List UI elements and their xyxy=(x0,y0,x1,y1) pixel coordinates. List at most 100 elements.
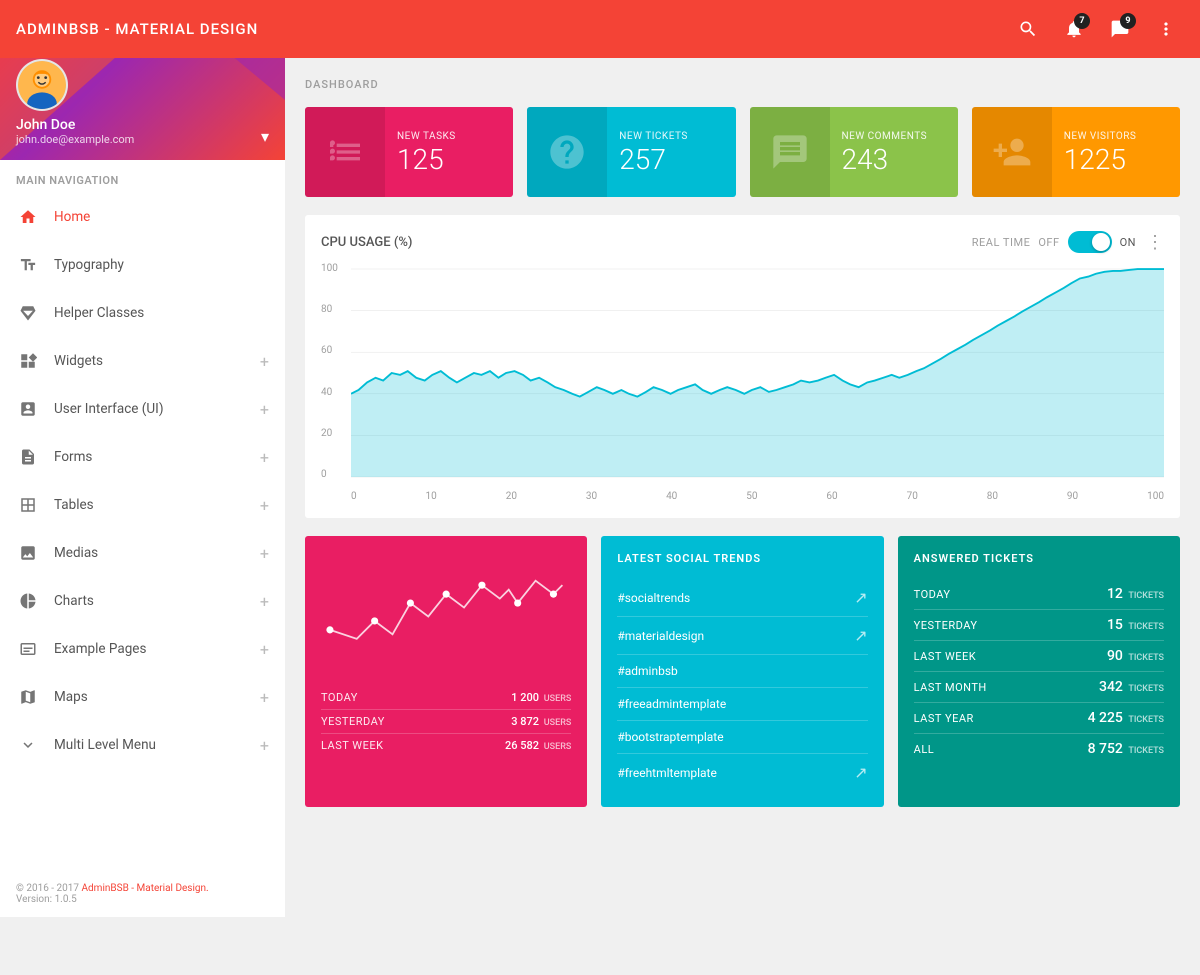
social-item-5: #bootstraptemplate xyxy=(617,721,867,754)
social-item-1: #socialtrends ↗ xyxy=(617,579,867,617)
ticket-lastweek-label: LAST WEEK xyxy=(914,650,976,663)
x-label-40: 40 xyxy=(666,491,677,502)
sidebar-item-typography[interactable]: Typography xyxy=(0,241,285,289)
sidebar-item-helper-classes[interactable]: Helper Classes xyxy=(0,289,285,337)
comments-stat-info: NEW COMMENTS 243 xyxy=(830,121,958,184)
x-label-20: 20 xyxy=(506,491,517,502)
tables-expand-icon[interactable]: + xyxy=(260,496,269,515)
stat-card-visitors[interactable]: NEW VISITORS 1225 xyxy=(972,107,1180,197)
sidebar-item-maps[interactable]: Maps + xyxy=(0,673,285,721)
sidebar-item-home[interactable]: Home xyxy=(0,193,285,241)
ticket-today-label: TODAY xyxy=(914,588,951,601)
cpu-chart-svg xyxy=(351,263,1164,483)
notifications-button[interactable]: 7 xyxy=(1056,11,1092,47)
sidebar-item-ui-label: User Interface (UI) xyxy=(54,401,260,417)
multilevel-expand-icon[interactable]: + xyxy=(260,736,269,755)
tasks-label: NEW TASKS xyxy=(397,131,501,142)
typography-icon xyxy=(16,253,40,277)
realtime-toggle: REAL TIME OFF ON xyxy=(972,231,1136,253)
multilevel-icon xyxy=(16,733,40,757)
visitors-value: 1225 xyxy=(1064,146,1168,174)
social-tag-3: #adminbsb xyxy=(617,664,867,678)
profile-name: John Doe xyxy=(16,117,134,133)
sidebar-item-tables[interactable]: Tables + xyxy=(0,481,285,529)
sidebar: John Doe john.doe@example.com ▾ MAIN NAV… xyxy=(0,0,285,917)
stat-card-tickets[interactable]: NEW TICKETS 257 xyxy=(527,107,735,197)
social-item-6: #freehtmltemplate ↗ xyxy=(617,754,867,791)
x-label-60: 60 xyxy=(826,491,837,502)
ui-expand-icon[interactable]: + xyxy=(260,400,269,419)
visitors-today-value: 1 200 USERS xyxy=(511,691,571,704)
stat-card-tasks[interactable]: NEW TASKS 125 xyxy=(305,107,513,197)
ticket-all-label: ALL xyxy=(914,743,935,756)
messages-button[interactable]: 9 xyxy=(1102,11,1138,47)
sidebar-item-widgets-label: Widgets xyxy=(54,353,260,369)
comments-icon-area xyxy=(750,107,830,197)
topnav-icons: 7 9 xyxy=(1010,11,1184,47)
ticket-yesterday-label: YESTERDAY xyxy=(914,619,978,632)
trend-icon-2: ↗ xyxy=(854,626,867,645)
profile-info: John Doe john.doe@example.com ▾ xyxy=(16,117,269,146)
forms-expand-icon[interactable]: + xyxy=(260,448,269,467)
profile-chevron-icon[interactable]: ▾ xyxy=(261,127,269,146)
ui-icon xyxy=(16,397,40,421)
charts-icon xyxy=(16,589,40,613)
cpu-chart-card: CPU USAGE (%) REAL TIME OFF ON ⋮ 0 20 40… xyxy=(305,215,1180,518)
footer-link[interactable]: AdminBSB - Material Design. xyxy=(82,883,209,894)
tasks-value: 125 xyxy=(397,146,501,174)
social-tag-1: #socialtrends xyxy=(617,591,854,605)
sidebar-item-forms[interactable]: Forms + xyxy=(0,433,285,481)
x-label-10: 10 xyxy=(426,491,437,502)
on-label: ON xyxy=(1120,236,1136,249)
social-tag-5: #bootstraptemplate xyxy=(617,730,867,744)
y-label-20: 20 xyxy=(321,428,345,439)
sidebar-footer: © 2016 - 2017 AdminBSB - Material Design… xyxy=(0,871,285,917)
ticket-all: ALL 8 752 TICKETS xyxy=(914,734,1164,764)
charts-expand-icon[interactable]: + xyxy=(260,592,269,611)
tickets-value: 257 xyxy=(619,146,723,174)
stat-cards: NEW TASKS 125 NEW TICKETS 257 NEW COMMEN… xyxy=(305,107,1180,197)
sidebar-item-maps-label: Maps xyxy=(54,689,260,705)
social-item-3: #adminbsb xyxy=(617,655,867,688)
tickets-label: NEW TICKETS xyxy=(619,131,723,142)
x-label-30: 30 xyxy=(586,491,597,502)
stat-card-comments[interactable]: NEW COMMENTS 243 xyxy=(750,107,958,197)
off-label: OFF xyxy=(1038,236,1059,249)
medias-expand-icon[interactable]: + xyxy=(260,544,269,563)
more-options-button[interactable] xyxy=(1148,11,1184,47)
sidebar-item-widgets[interactable]: Widgets + xyxy=(0,337,285,385)
home-icon xyxy=(16,205,40,229)
visitors-card: TODAY 1 200 USERS YESTERDAY 3 872 USERS … xyxy=(305,536,587,807)
bottom-cards: TODAY 1 200 USERS YESTERDAY 3 872 USERS … xyxy=(305,536,1180,807)
social-item-4: #freeadmintemplate xyxy=(617,688,867,721)
widgets-icon xyxy=(16,349,40,373)
visitors-yesterday-row: YESTERDAY 3 872 USERS xyxy=(321,709,571,733)
sidebar-item-ui[interactable]: User Interface (UI) + xyxy=(0,385,285,433)
app-title: ADMINBSB - MATERIAL DESIGN xyxy=(16,20,1010,38)
y-label-100: 100 xyxy=(321,263,345,274)
sidebar-item-charts[interactable]: Charts + xyxy=(0,577,285,625)
sidebar-item-medias[interactable]: Medias + xyxy=(0,529,285,577)
cpu-chart-title: CPU USAGE (%) xyxy=(321,235,972,250)
visitors-lastweek-value: 26 582 USERS xyxy=(505,739,571,752)
realtime-label: REAL TIME xyxy=(972,236,1031,249)
sidebar-item-multilevel-label: Multi Level Menu xyxy=(54,737,260,753)
maps-expand-icon[interactable]: + xyxy=(260,688,269,707)
pages-expand-icon[interactable]: + xyxy=(260,640,269,659)
tickets-title: ANSWERED TICKETS xyxy=(914,552,1164,565)
mini-chart xyxy=(321,552,571,672)
sidebar-item-typography-label: Typography xyxy=(54,257,269,273)
visitors-lastweek-label: LAST WEEK xyxy=(321,739,383,752)
realtime-switch[interactable] xyxy=(1068,231,1112,253)
visitors-mini-chart-svg xyxy=(321,552,571,672)
widgets-expand-icon[interactable]: + xyxy=(260,352,269,371)
search-button[interactable] xyxy=(1010,11,1046,47)
sidebar-item-example-pages[interactable]: Example Pages + xyxy=(0,625,285,673)
sidebar-item-multilevel[interactable]: Multi Level Menu + xyxy=(0,721,285,769)
x-label-50: 50 xyxy=(746,491,757,502)
visitors-today-label: TODAY xyxy=(321,691,358,704)
ticket-lastmonth-label: LAST MONTH xyxy=(914,681,987,694)
chart-more-icon[interactable]: ⋮ xyxy=(1146,232,1164,253)
social-tag-2: #materialdesign xyxy=(617,629,854,643)
y-label-0: 0 xyxy=(321,469,345,480)
